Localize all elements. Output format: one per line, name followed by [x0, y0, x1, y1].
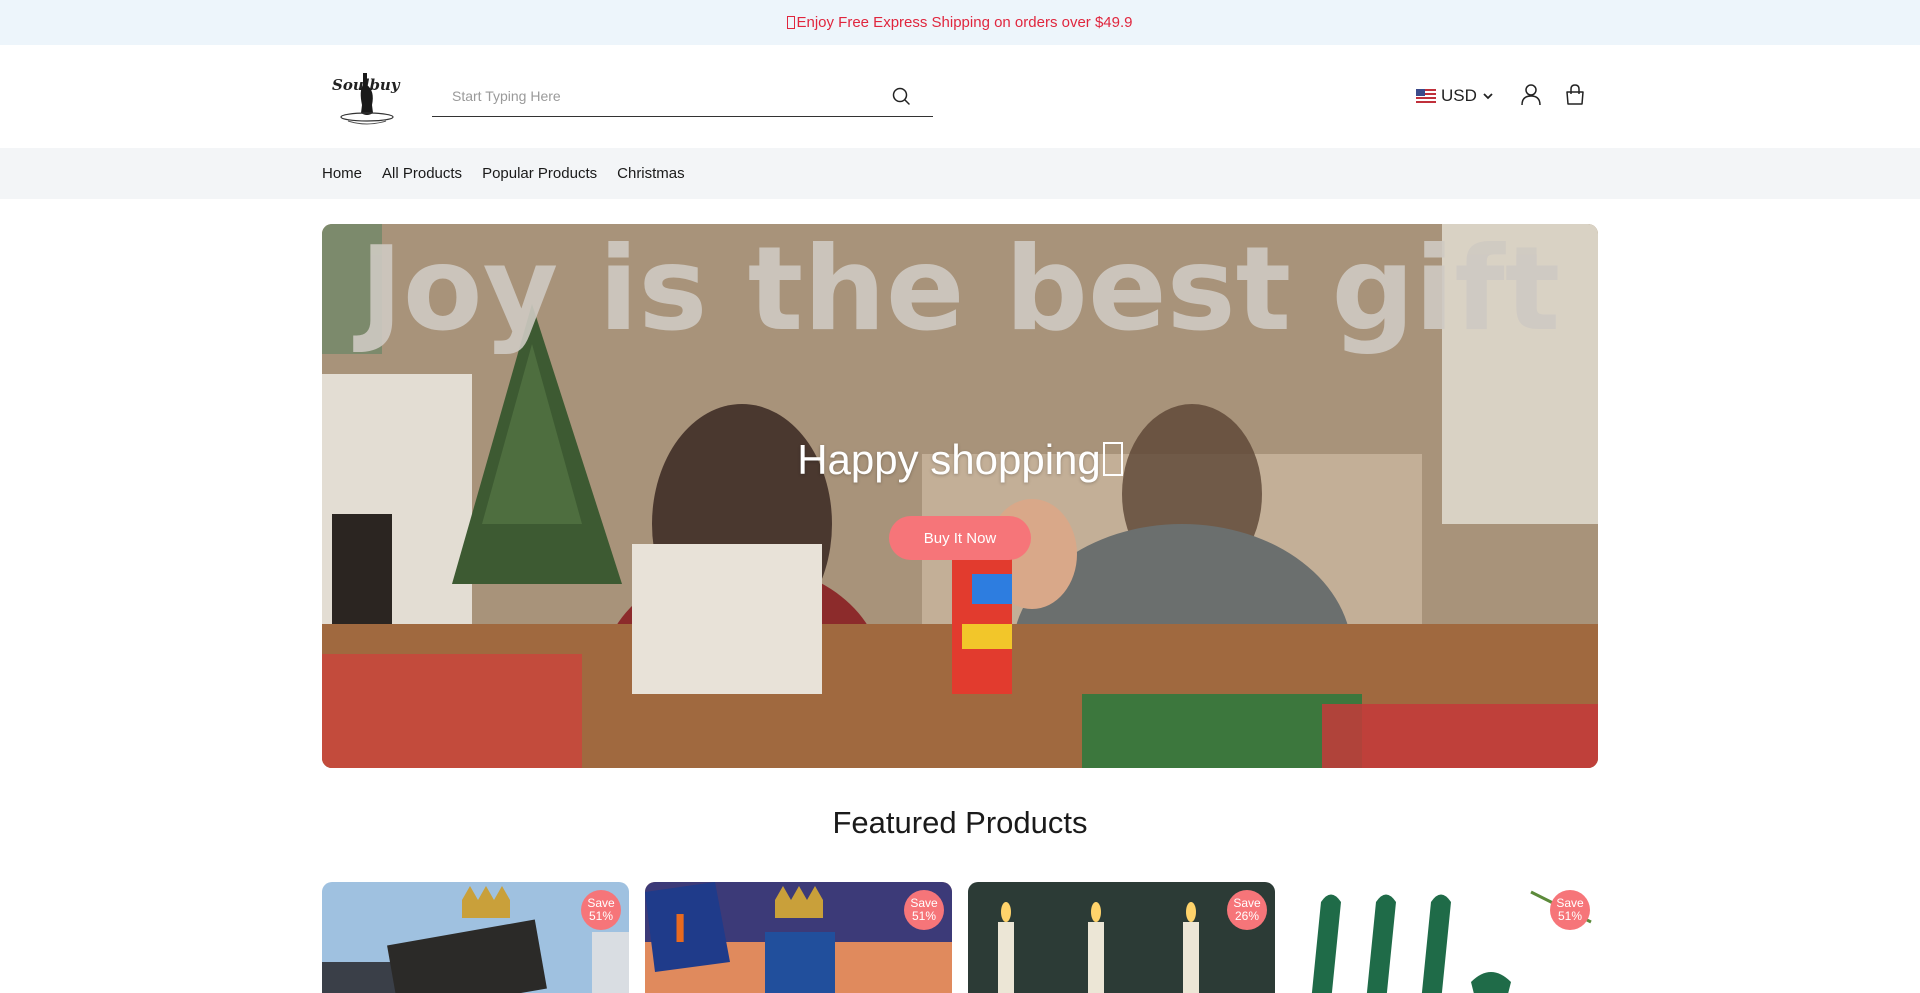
site-header: Soulbuy USD — [0, 45, 1920, 148]
user-icon[interactable] — [1520, 83, 1542, 107]
announcement-bar: Enjoy Free Express Shipping on orders ov… — [0, 0, 1920, 45]
hero-title: Happy shopping — [322, 436, 1598, 484]
product-card[interactable]: Save 26% — [968, 882, 1275, 993]
discount-badge: Save 51% — [581, 890, 621, 930]
product-card[interactable]: Save 51% — [322, 882, 629, 993]
chevron-down-icon — [1483, 93, 1493, 100]
discount-badge: Save 51% — [904, 890, 944, 930]
discount-badge: Save 26% — [1227, 890, 1267, 930]
hero-image: Joy is the best gift — [322, 224, 1598, 768]
discount-badge: Save 51% — [1550, 890, 1590, 930]
gift-icon — [787, 16, 796, 29]
currency-code: USD — [1441, 86, 1477, 105]
search-bar — [432, 75, 933, 117]
featured-products-grid: Save 51% I Save 51% Save 26% Save 51% — [322, 882, 1598, 993]
us-flag-icon — [1416, 89, 1436, 103]
hero-banner[interactable]: Joy is the best gift Happy shopping Buy … — [322, 224, 1598, 768]
announcement-text: Enjoy Free Express Shipping on orders ov… — [796, 14, 1133, 31]
svg-text:I: I — [673, 907, 687, 951]
buy-it-now-button[interactable]: Buy It Now — [889, 516, 1031, 560]
product-card[interactable]: Save 51% — [1291, 882, 1598, 993]
nav-item-all-products[interactable]: All Products — [382, 165, 462, 182]
nav-item-home[interactable]: Home — [322, 165, 362, 182]
search-icon[interactable] — [891, 86, 911, 106]
search-input[interactable] — [452, 83, 882, 109]
product-card[interactable]: I Save 51% — [645, 882, 952, 993]
site-logo[interactable]: Soulbuy — [330, 67, 404, 125]
nav-item-christmas[interactable]: Christmas — [617, 165, 685, 182]
nav-item-popular-products[interactable]: Popular Products — [482, 165, 597, 182]
main-navigation: Home All Products Popular Products Chris… — [0, 148, 1920, 199]
svg-text:Joy is the best gift: Joy is the best gift — [353, 224, 1560, 357]
featured-products-title: Featured Products — [832, 805, 1088, 840]
currency-selector[interactable]: USD — [1416, 84, 1494, 108]
cart-icon[interactable] — [1564, 83, 1586, 107]
